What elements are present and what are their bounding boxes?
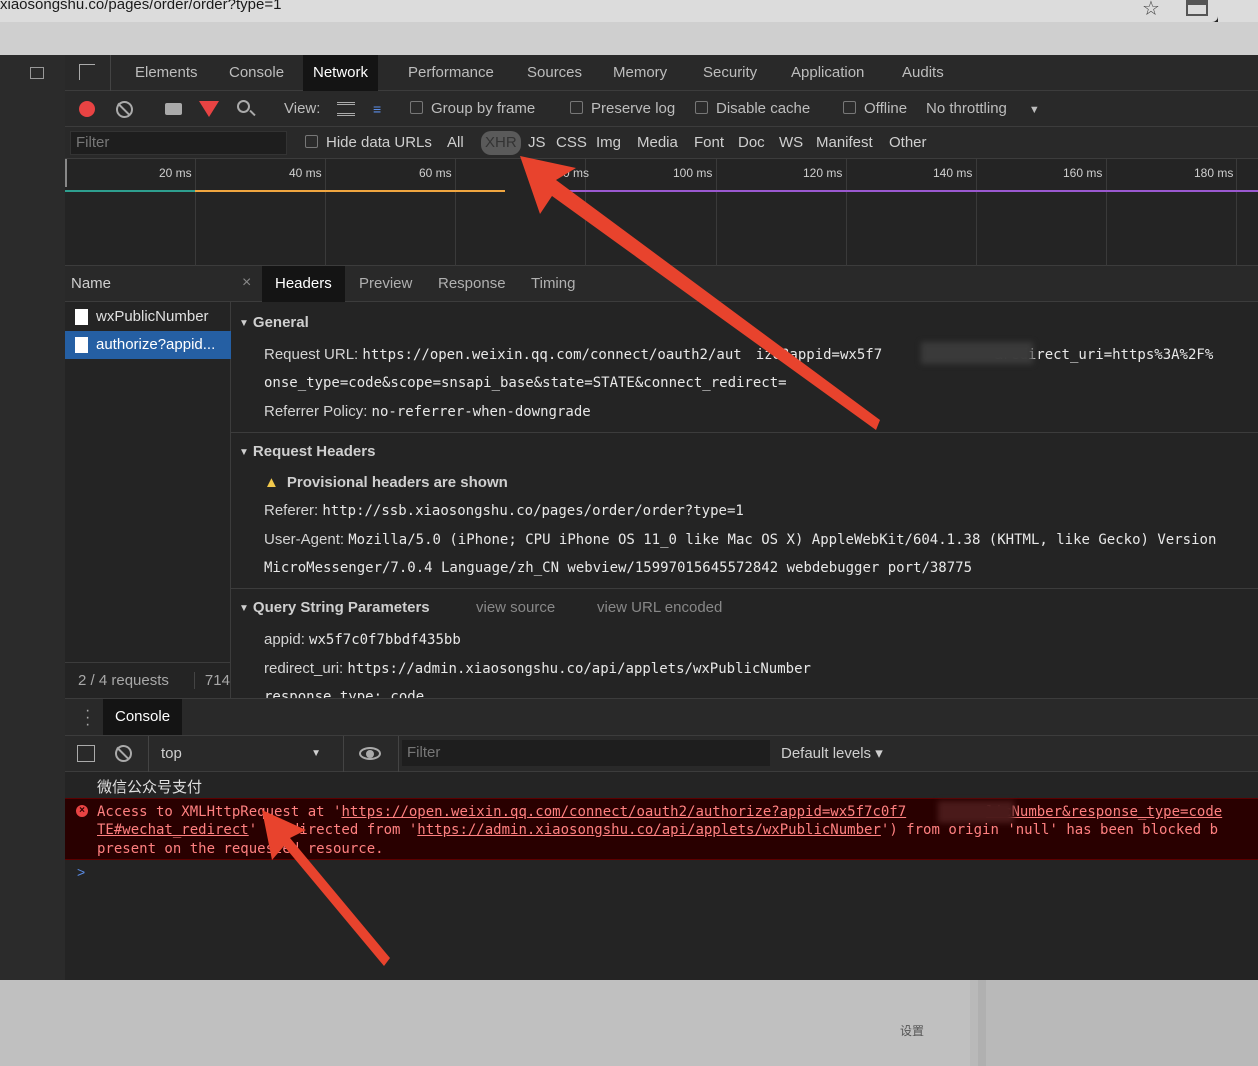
arrow-annotation xyxy=(262,810,390,966)
arrow-annotation xyxy=(520,156,880,430)
annotation-arrows xyxy=(262,156,880,966)
